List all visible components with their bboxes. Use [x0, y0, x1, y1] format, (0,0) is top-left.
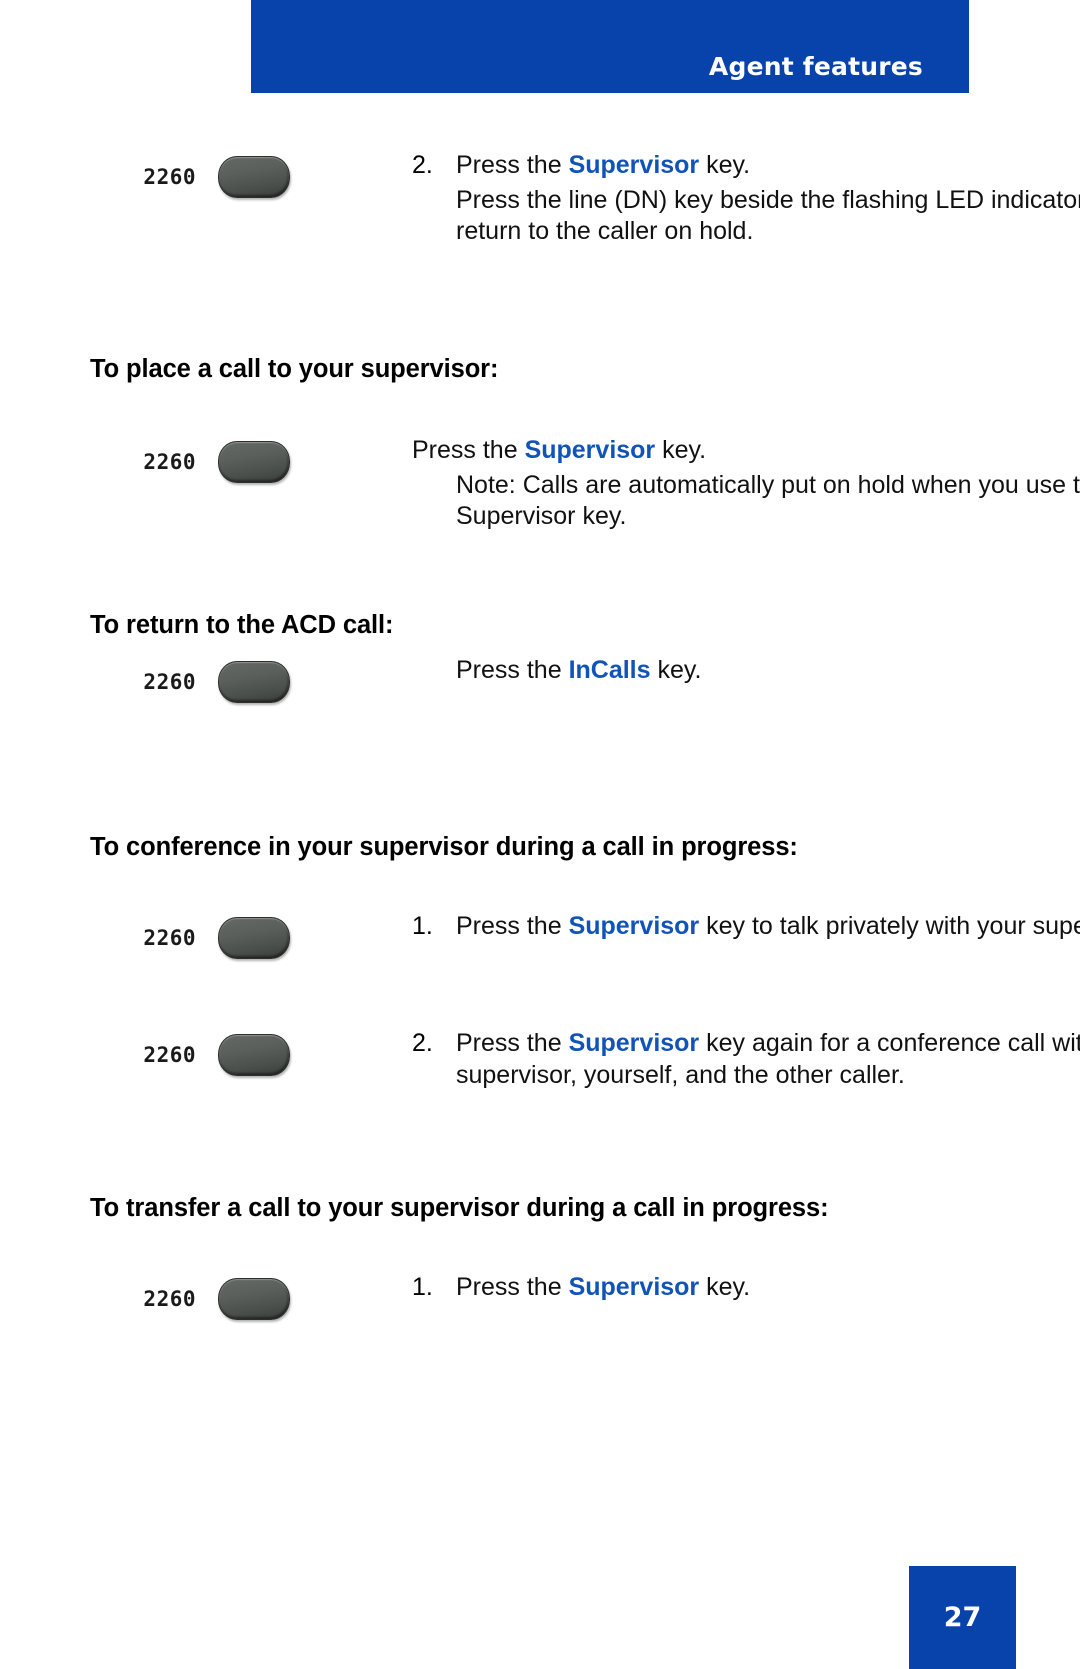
step-number: 2. — [412, 1029, 433, 1057]
step-row-conference-step-2: 2260 2. Press the Supervisor key again for… — [0, 1028, 1080, 1091]
text-run: Press the — [456, 151, 569, 179]
step-number: 1. — [412, 912, 433, 940]
step-visual-conference-step-2: 2260 — [90, 1028, 412, 1076]
step-row-transfer-step-1: 2260 1. Press the Supervisor key. — [0, 1272, 1080, 1320]
feature-key-name: Supervisor — [524, 436, 656, 464]
step-line: Press the InCalls key. — [412, 655, 1080, 687]
dn-label: 2260 — [143, 164, 196, 189]
step-body: Press the InCalls key. — [412, 655, 1080, 687]
dn-label: 2260 — [143, 449, 196, 474]
step-text-place-call-step: Press the Supervisor key. Note: Calls are… — [412, 435, 1080, 533]
text-run: Press the — [412, 436, 525, 464]
feature-key-name: Supervisor — [568, 1029, 700, 1057]
phone-feature-key-icon[interactable] — [218, 917, 290, 959]
text-run: key to talk privately with your supervis… — [706, 912, 1080, 940]
text-run: Press the — [456, 912, 569, 940]
section-heading-conference-in-supervisor: To conference in your supervisor during … — [90, 833, 798, 861]
phone-feature-key-icon[interactable] — [218, 441, 290, 483]
step-text-transfer-step-1: 1. Press the Supervisor key. — [412, 1272, 1080, 1304]
text-run: key. — [699, 1273, 751, 1301]
step-row-place-call-step: 2260 Press the Supervisor key. Note: Calls… — [0, 435, 1080, 533]
step-text-conference-step-1: 1. Press the Supervisor key to talk priva… — [412, 911, 1080, 943]
text-run: Note: Calls are automatically put on hol… — [456, 470, 1080, 531]
page-header-banner: Agent features — [251, 0, 969, 93]
dn-label: 2260 — [143, 1042, 196, 1067]
step-line: Press the Supervisor key again for a con… — [456, 1028, 1080, 1091]
step-visual-return-to-caller-on-hold: 2260 — [90, 150, 412, 198]
feature-key-name: Supervisor — [568, 912, 700, 940]
phone-feature-key-icon[interactable] — [218, 156, 290, 198]
step-number: 1. — [412, 1273, 433, 1301]
step-line: Press the Supervisor key. — [456, 1272, 1080, 1304]
step-body: Press the Supervisor key to talk private… — [456, 911, 1080, 943]
step-row-return-acd-step: 2260 Press the InCalls key. — [0, 655, 1080, 703]
step-visual-return-acd-step: 2260 — [90, 655, 412, 703]
step-number: 2. — [412, 151, 433, 179]
section-heading-place-call-to-supervisor: To place a call to your supervisor: — [90, 355, 499, 383]
feature-key-name: InCalls — [568, 656, 651, 684]
step-body: Press the Supervisor key. Note: Calls are… — [412, 435, 1080, 533]
footer-page-number: 27 — [943, 1602, 982, 1633]
footer-page-number-box: 27 — [909, 1566, 1016, 1669]
page-header-title: Agent features — [708, 52, 923, 81]
step-text-return-to-caller-on-hold: 2. Press the Supervisor key. Press the lin… — [412, 150, 1080, 248]
step-line: Note: Calls are automatically put on hol… — [412, 470, 1080, 533]
phone-feature-key-icon[interactable] — [218, 1034, 290, 1076]
section-heading-transfer-call-to-supervisor: To transfer a call to your supervisor du… — [90, 1194, 829, 1222]
phone-feature-key-icon[interactable] — [218, 661, 290, 703]
step-row-return-to-caller-on-hold: 2260 2. Press the Supervisor key. Press the… — [0, 150, 1080, 248]
text-run: Press the — [456, 656, 569, 684]
feature-key-name: Supervisor — [568, 151, 700, 179]
step-line: Press the Supervisor key to talk private… — [456, 911, 1080, 943]
step-line: Press the line (DN) key beside the flash… — [456, 185, 1080, 248]
text-run: Press the line (DN) key beside the flash… — [456, 185, 1080, 246]
dn-label: 2260 — [143, 1286, 196, 1311]
step-line: Press the Supervisor key. — [412, 435, 1080, 467]
step-body: Press the Supervisor key again for a con… — [456, 1028, 1080, 1091]
step-visual-place-call-step: 2260 — [90, 435, 412, 483]
step-line: Press the Supervisor key. — [456, 150, 1080, 182]
text-run: Press the — [456, 1029, 569, 1057]
step-text-conference-step-2: 2. Press the Supervisor key again for a c… — [412, 1028, 1080, 1091]
text-run: key. — [655, 436, 707, 464]
dn-label: 2260 — [143, 669, 196, 694]
step-visual-transfer-step-1: 2260 — [90, 1272, 412, 1320]
step-body: Press the Supervisor key. — [456, 1272, 1080, 1304]
section-heading-return-to-acd-call: To return to the ACD call: — [90, 611, 394, 639]
text-run: key. — [699, 151, 751, 179]
phone-feature-key-icon[interactable] — [218, 1278, 290, 1320]
text-run: Press the — [456, 1273, 569, 1301]
dn-label: 2260 — [143, 925, 196, 950]
feature-key-name: Supervisor — [568, 1273, 700, 1301]
step-row-conference-step-1: 2260 1. Press the Supervisor key to talk p… — [0, 911, 1080, 959]
step-text-return-acd-step: Press the InCalls key. — [412, 655, 1080, 687]
step-body: Press the Supervisor key. Press the line … — [456, 150, 1080, 248]
text-run: key. — [650, 656, 702, 684]
step-visual-conference-step-1: 2260 — [90, 911, 412, 959]
